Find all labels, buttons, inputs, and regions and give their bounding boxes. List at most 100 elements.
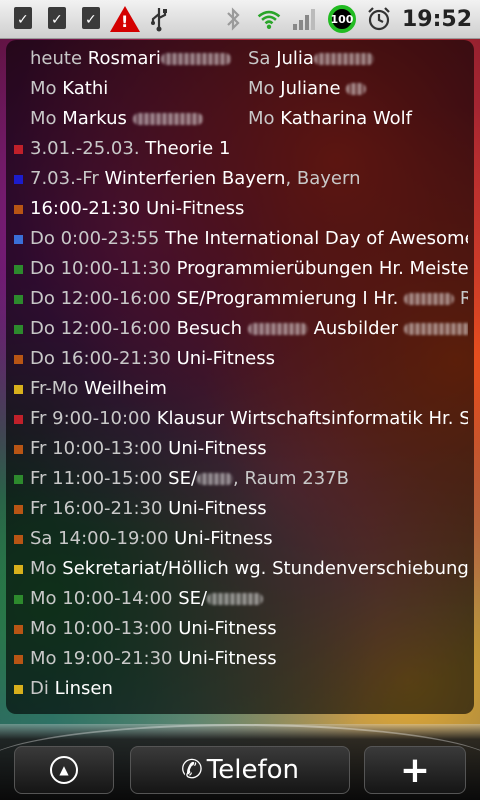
usb-icon — [146, 6, 172, 32]
event-row[interactable]: Do 16:00-21:30 Uni-Fitness — [6, 344, 468, 374]
event-when: Fr 16:00-21:30 — [30, 498, 163, 519]
birthday-day: Mo — [248, 108, 275, 129]
event-title: Uni-Fitness — [168, 498, 267, 519]
birthday-day: Sa — [248, 48, 271, 69]
event-row[interactable]: 16:00-21:30 Uni-Fitness — [6, 194, 474, 224]
app-drawer-button[interactable]: ▲ — [14, 746, 114, 794]
calendar-color-icon — [14, 205, 23, 214]
event-when: Do 12:00-16:00 — [30, 318, 171, 339]
birthday-name: Juliane — [280, 78, 341, 99]
event-when: Do 12:00-16:00 — [30, 288, 171, 309]
birthday-entry[interactable]: Mo Markus — [30, 104, 246, 134]
event-when: Fr-Mo — [30, 378, 79, 399]
blurred-text — [403, 323, 468, 335]
calendar-color-icon — [14, 535, 23, 544]
event-title: SE/Programmierung I Hr. — [176, 288, 399, 309]
alarm-icon — [366, 6, 392, 32]
event-when: Mo 19:00-21:30 — [30, 648, 173, 669]
clock: 19:52 — [401, 6, 472, 32]
birthday-name: Julia — [276, 48, 314, 69]
event-row[interactable]: Fr 16:00-21:30 Uni-Fitness — [6, 494, 468, 524]
birthday-day: Mo — [248, 78, 275, 99]
event-when: Mo — [30, 558, 57, 579]
event-when: 3.01.-25.03. — [30, 138, 140, 159]
event-when: Do 10:00-11:30 — [30, 258, 171, 279]
event-when: Di — [30, 678, 49, 699]
calendar-color-icon — [14, 265, 23, 274]
download-done-icon: ✓ — [10, 6, 36, 32]
event-when: Sa 14:00-19:00 — [30, 528, 169, 549]
calendar-color-icon — [14, 655, 23, 664]
blurred-text — [313, 53, 374, 65]
calendar-color-icon — [14, 505, 23, 514]
birthday-entry[interactable]: heute Rosmari — [30, 44, 246, 74]
plus-icon: + — [399, 749, 431, 791]
event-location: , Bayern — [285, 168, 361, 189]
blurred-text — [247, 323, 308, 335]
event-title: Linsen — [54, 678, 113, 699]
event-title: Uni-Fitness — [178, 648, 277, 669]
birthday-day: Mo — [30, 108, 57, 129]
event-row[interactable]: Fr 10:00-13:00 Uni-Fitness — [6, 434, 468, 464]
event-row[interactable]: 3.01.-25.03. Theorie 1 — [6, 134, 474, 164]
calendar-color-icon — [14, 325, 23, 334]
event-row[interactable]: Do 0:00-23:55 The International Day of A… — [6, 224, 468, 254]
event-title: Besuch — [176, 318, 243, 339]
birthday-entry[interactable]: Sa Julia — [248, 44, 470, 74]
event-title: Weilheim — [84, 378, 167, 399]
event-row[interactable]: Mo 10:00-14:00 SE/ — [6, 584, 468, 614]
add-button[interactable]: + — [364, 746, 466, 794]
event-row[interactable]: 7.03.-Fr Winterferien Bayern, Bayern — [6, 164, 474, 194]
event-when: Fr 10:00-13:00 — [30, 438, 163, 459]
event-when: Mo 10:00-14:00 — [30, 588, 173, 609]
event-location: Ausbilder — [313, 318, 398, 339]
download-done-icon: ✓ — [78, 6, 104, 32]
event-title: Uni-Fitness — [174, 528, 273, 549]
calendar-color-icon — [14, 385, 23, 394]
event-row[interactable]: Di Linsen — [6, 674, 468, 704]
birthday-day: heute — [30, 48, 83, 69]
birthday-day: Mo — [30, 78, 57, 99]
event-title: Sekretariat/Höllich wg. Stundenverschieb… — [62, 558, 468, 579]
calendar-color-icon — [14, 235, 23, 244]
warning-icon: ! — [110, 6, 140, 32]
event-title: Uni-Fitness — [178, 618, 277, 639]
event-row[interactable]: Do 12:00-16:00 SE/Programmierung I Hr. R… — [6, 284, 468, 314]
calendar-widget[interactable]: heute Rosmari Sa Julia Mo Kathi Mo Julia… — [6, 40, 474, 714]
event-row[interactable]: Fr 9:00-10:00 Klausur Wirtschaftsinforma… — [6, 404, 468, 434]
status-bar[interactable]: ✓ ✓ ✓ ! 100 19:52 — [0, 0, 480, 39]
calendar-color-icon — [14, 595, 23, 604]
battery-icon: 100 — [327, 5, 356, 33]
event-row[interactable]: Mo Sekretariat/Höllich wg. Stundenversch… — [6, 554, 468, 584]
blurred-text — [346, 83, 367, 95]
event-location: , Raum 237B — [233, 468, 349, 489]
event-row[interactable]: Fr-Mo Weilheim — [6, 374, 468, 404]
event-row[interactable]: Mo 19:00-21:30 Uni-Fitness — [6, 644, 468, 674]
event-row[interactable]: Do 10:00-11:30 Programmierübungen Hr. Me… — [6, 254, 468, 284]
calendar-color-icon — [14, 625, 23, 634]
phone-button[interactable]: ✆ Telefon — [130, 746, 350, 794]
event-row[interactable]: Fr 11:00-15:00 SE/ , Raum 237B — [6, 464, 468, 494]
event-title: Uni-Fitness — [176, 348, 275, 369]
birthday-entry[interactable]: Mo Juliane — [248, 74, 470, 104]
calendar-color-icon — [14, 685, 23, 694]
birthday-name: Markus — [62, 108, 127, 129]
birthday-entry[interactable]: Mo Katharina Wolf — [248, 104, 470, 134]
birthday-entry[interactable]: Mo Kathi — [30, 74, 246, 104]
event-title: The International Day of Awesomeness — [165, 228, 468, 249]
event-title: Uni-Fitness — [168, 438, 267, 459]
calendar-color-icon — [14, 175, 23, 184]
event-title: 16:00-21:30 Uni-Fitness — [30, 198, 245, 219]
event-row[interactable]: Do 12:00-16:00 Besuch Ausbilder — [6, 314, 468, 344]
birthday-name: Kathi — [62, 78, 109, 99]
download-done-icon: ✓ — [44, 6, 70, 32]
event-row[interactable]: Sa 14:00-19:00 Uni-Fitness — [6, 524, 468, 554]
blurred-text — [207, 593, 264, 605]
birthday-name: Katharina Wolf — [280, 108, 412, 129]
event-title: Programmierübungen Hr. Meister — [176, 258, 468, 279]
bluetooth-icon — [220, 6, 246, 32]
battery-level: 100 — [330, 12, 354, 26]
calendar-color-icon — [14, 565, 23, 574]
event-row[interactable]: Mo 10:00-13:00 Uni-Fitness — [6, 614, 468, 644]
chevron-up-icon: ▲ — [50, 756, 78, 784]
